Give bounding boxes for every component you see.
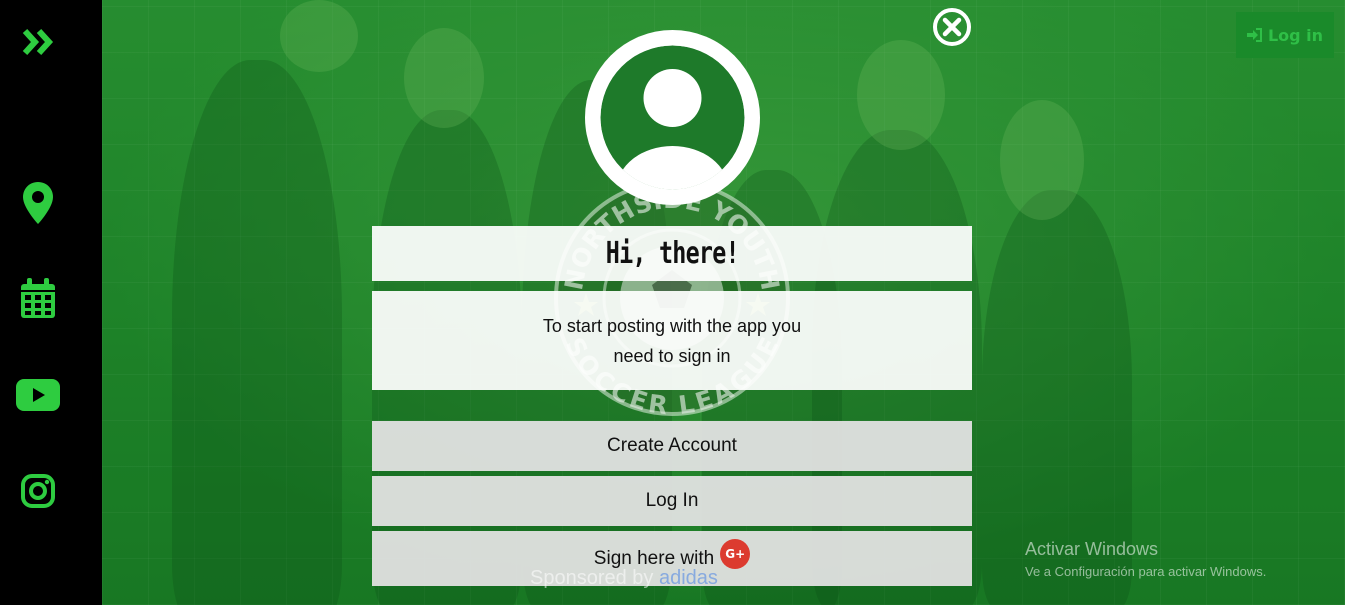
login-button[interactable]: Log In [372,476,972,526]
header-login-button[interactable]: Log in [1236,12,1334,58]
modal-title-panel: Hi, there! [372,226,972,281]
close-modal-button[interactable] [931,6,973,48]
modal-message-panel: To start posting with the app you need t… [372,291,972,390]
calendar-button[interactable] [0,276,76,322]
sign-in-icon [1246,28,1262,42]
windows-activation-notice: Activar Windows Ve a Configuración para … [1025,539,1266,579]
instagram-icon [21,474,55,508]
double-chevron-right-icon [22,28,54,56]
location-button[interactable] [0,180,76,226]
header-login-label: Log in [1267,25,1324,45]
create-account-button[interactable]: Create Account [372,421,972,471]
sidebar [0,0,102,605]
instagram-button[interactable] [0,470,76,512]
youtube-button[interactable] [0,376,76,414]
user-avatar-icon [585,30,760,205]
google-plus-icon: G+ [720,538,751,569]
modal-message: To start posting with the app you need t… [542,315,802,366]
sponsor-name: adidas [658,567,718,589]
calendar-icon [21,278,55,318]
close-icon [933,8,971,46]
map-pin-icon [23,182,53,224]
login-label: Log In [645,490,699,511]
sponsored-footer: Sponsored by adidas [530,567,718,590]
windows-activation-title: Activar Windows [1025,539,1159,559]
windows-activation-subtitle: Ve a Configuración para activar Windows. [1025,564,1267,579]
sponsored-prefix: Sponsored by [530,567,654,589]
expand-sidebar-button[interactable] [0,22,76,62]
create-account-label: Create Account [607,435,737,456]
youtube-icon [16,379,60,411]
modal-title: Hi, there! [605,236,739,271]
